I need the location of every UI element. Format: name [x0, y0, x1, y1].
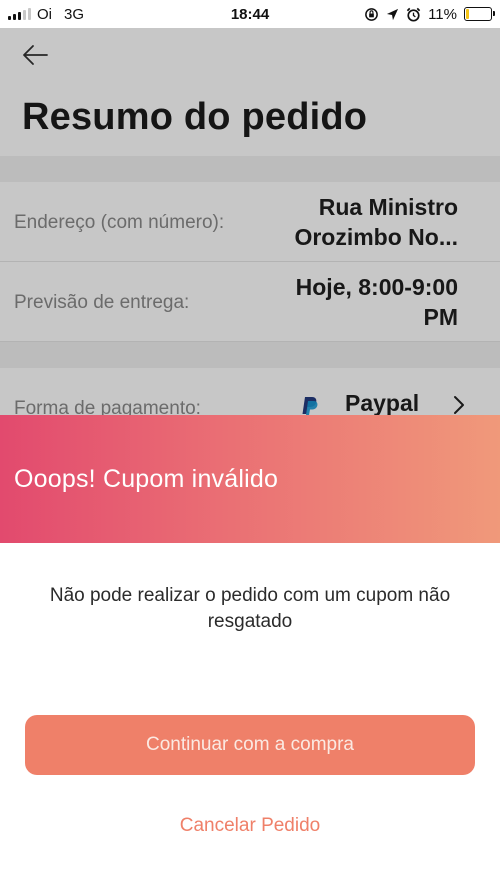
modal-header: Ooops! Cupom inválido — [0, 415, 500, 543]
status-bar-right: 11% — [330, 6, 500, 23]
battery-level — [466, 9, 469, 19]
cancel-order-link[interactable]: Cancelar Pedido — [0, 815, 500, 837]
signal-bars-icon — [8, 8, 31, 20]
invalid-coupon-modal: Ooops! Cupom inválido Não pode realizar … — [0, 415, 500, 889]
battery-icon — [464, 7, 495, 21]
network-type: 3G — [64, 5, 85, 23]
battery-percent: 11% — [428, 5, 457, 23]
status-time: 18:44 — [230, 5, 270, 23]
alarm-clock-icon — [406, 7, 421, 22]
status-bar-left: Oi 3G — [0, 6, 170, 23]
carrier-name: Oi — [37, 5, 52, 23]
continue-purchase-button[interactable]: Continuar com a compra — [25, 715, 475, 775]
modal-title: Ooops! Cupom inválido — [14, 464, 279, 493]
modal-backdrop[interactable] — [0, 28, 500, 428]
screen-lock-rotation-icon — [365, 7, 378, 21]
location-arrow-icon — [387, 8, 399, 20]
status-bar: Oi 3G 18:44 11% — [0, 0, 500, 28]
modal-message: Não pode realizar o pedido com um cupom … — [49, 585, 451, 632]
